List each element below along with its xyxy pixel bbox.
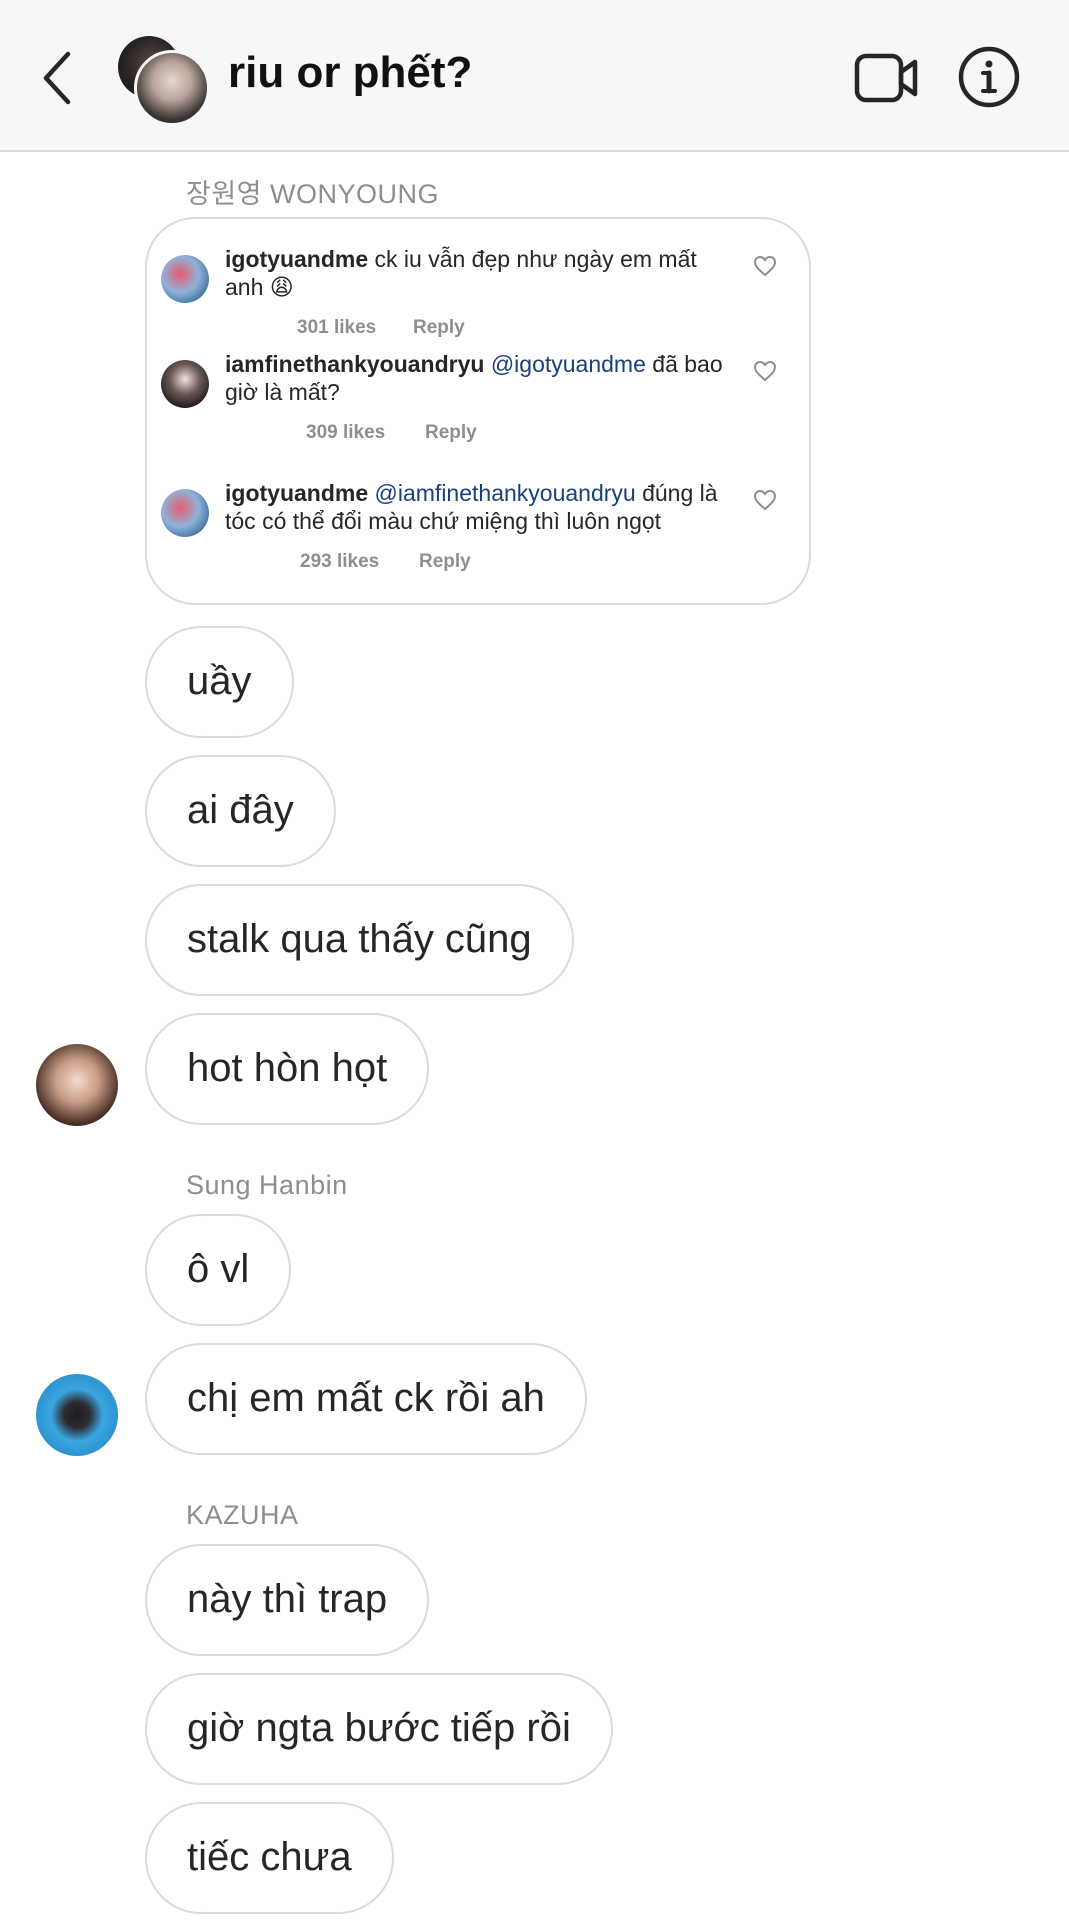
message-bubble[interactable]: ai đây [145,755,336,867]
sender-name: Sung Hanbin [186,1170,348,1200]
comment-item: igotyuandme ck iu vẫn đẹp như ngày em mấ… [161,245,801,355]
commenter-avatar[interactable] [161,255,209,303]
commenter-avatar[interactable] [161,489,209,537]
sender-name: KAZUHA [186,1500,299,1530]
comment-likes[interactable]: 301 likes [297,317,376,339]
video-call-button[interactable] [853,50,919,106]
comment-reply-button[interactable]: Reply [425,422,477,444]
info-button[interactable] [957,45,1021,109]
heart-icon[interactable] [753,360,777,382]
sender-avatar[interactable] [36,1044,118,1126]
group-avatar-member-2 [134,50,210,126]
sender-avatar[interactable] [36,1374,118,1456]
video-camera-icon [854,53,918,103]
comment-text: igotyuandme @iamfinethankyouandryu đúng … [225,479,725,535]
comment-reply-button[interactable]: Reply [419,551,471,573]
comment-reply-button[interactable]: Reply [413,317,465,339]
comment-username[interactable]: igotyuandme [225,480,368,506]
message-bubble[interactable]: ô vl [145,1214,292,1326]
message-bubble[interactable]: tiếc chưa [145,1802,394,1914]
message-bubble[interactable]: hot hòn họt [145,1013,430,1125]
message-bubble[interactable]: chị em mất ck rồi ah [145,1343,587,1455]
comment-username[interactable]: iamfinethankyouandryu [225,351,484,377]
comment-likes[interactable]: 293 likes [300,551,379,573]
chevron-left-icon [43,51,71,105]
shared-comments-card[interactable]: igotyuandme ck iu vẫn đẹp như ngày em mấ… [145,217,811,605]
chat-title[interactable]: riu or phết? [228,48,472,98]
message-bubble[interactable]: giờ ngta bước tiếp rồi [145,1673,613,1785]
comment-likes[interactable]: 309 likes [306,422,385,444]
comment-mention[interactable]: @igotyuandme [491,351,646,377]
group-avatar[interactable] [118,36,210,126]
comment-mention[interactable]: @iamfinethankyouandryu [375,480,636,506]
heart-icon[interactable] [753,255,777,277]
sender-name: 장원영 WONYOUNG [186,179,440,209]
comment-text: igotyuandme ck iu vẫn đẹp như ngày em mấ… [225,245,725,301]
message-bubble[interactable]: uầy [145,626,294,738]
comment-item: iamfinethankyouandryu @igotyuandme đã ba… [161,350,801,460]
message-bubble[interactable]: stalk qua thấy cũng [145,884,574,996]
back-button[interactable] [38,48,78,108]
heart-icon[interactable] [753,489,777,511]
comment-text: iamfinethankyouandryu @igotyuandme đã ba… [225,350,725,406]
comment-item: igotyuandme @iamfinethankyouandryu đúng … [161,479,801,589]
commenter-avatar[interactable] [161,360,209,408]
info-icon [958,46,1020,108]
comment-username[interactable]: igotyuandme [225,246,368,272]
message-bubble[interactable]: này thì trap [145,1544,430,1656]
chat-header: riu or phết? [0,0,1069,152]
